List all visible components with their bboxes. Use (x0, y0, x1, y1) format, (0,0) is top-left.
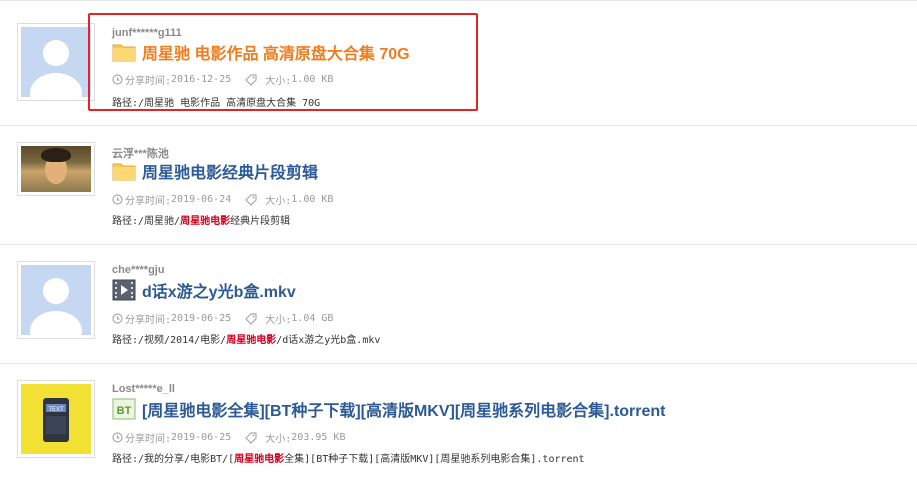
result-title-link[interactable]: d话x游之y光b盒.mkv (142, 278, 296, 302)
default-user-icon (21, 265, 91, 335)
avatar[interactable]: TEXT (17, 380, 95, 458)
result-item: TEXT Lost*****e_ll BT [周星驰电影全集][BT种子下载][… (0, 364, 917, 489)
share-label: 分享时间: (125, 315, 172, 326)
bt-torrent-icon: BT (112, 398, 136, 420)
avatar[interactable] (17, 142, 95, 196)
tag-icon (245, 73, 257, 86)
keyword-highlight: 周星驰电影 (180, 216, 231, 227)
result-item: junf******g111 周星驰 电影作品 高清原盘大合集 70G 分享时间… (0, 1, 917, 126)
tag-icon (245, 312, 257, 325)
share-time: 2019-06-25 (171, 432, 232, 443)
size-label: 大小: (265, 76, 292, 87)
folder-icon (112, 163, 136, 181)
svg-text:BT: BT (117, 405, 132, 417)
result-title-link[interactable]: 周星驰 电影作品 高清原盘大合集 70G (142, 40, 410, 64)
clock-icon (112, 194, 123, 205)
share-time: 2019-06-24 (171, 194, 232, 205)
file-path: 路径:/周星驰/周星驰电影经典片段剪辑 (112, 216, 291, 227)
size-label: 大小: (265, 196, 292, 207)
clock-icon (112, 74, 123, 85)
avatar[interactable] (17, 23, 95, 101)
size-label: 大小: (265, 434, 292, 445)
clock-icon (112, 313, 123, 324)
uploader-name[interactable]: Lost*****e_ll (112, 383, 175, 395)
share-label: 分享时间: (125, 434, 172, 445)
folder-icon (112, 44, 136, 62)
share-label: 分享时间: (125, 196, 172, 207)
default-user-icon (21, 27, 91, 97)
keyword-highlight: 周星驰电影 (226, 335, 277, 346)
file-size: 1.00 KB (291, 194, 334, 205)
share-time: 2016-12-25 (171, 74, 232, 85)
avatar[interactable] (17, 261, 95, 339)
uploader-name[interactable]: che****gju (112, 264, 165, 276)
file-path: 路径:/周星驰 电影作品 高清原盘大合集 70G (112, 98, 321, 109)
keyword-highlight: 周星驰电影 (234, 454, 285, 465)
file-size: 203.95 KB (291, 432, 346, 443)
result-title-link[interactable]: [周星驰电影全集][BT种子下载][高清版MKV][周星驰系列电影合集].tor… (142, 397, 666, 421)
size-label: 大小: (265, 315, 292, 326)
result-item: che****gju d话x游之y光b盒.mkv 分享时间: 2019-06-2… (0, 245, 917, 364)
result-item: 云浮***陈池 周星驰电影经典片段剪辑 分享时间: 2019-06-24 大小:… (0, 126, 917, 245)
tag-icon (245, 431, 257, 444)
share-time: 2019-06-25 (171, 313, 232, 324)
uploader-name[interactable]: junf******g111 (112, 27, 182, 39)
svg-text:TEXT: TEXT (48, 407, 64, 413)
tag-icon (245, 193, 257, 206)
file-size: 1.04 GB (291, 313, 334, 324)
yellow-box-avatar-icon: TEXT (21, 384, 91, 454)
file-size: 1.00 KB (291, 74, 334, 85)
search-results-list: junf******g111 周星驰 电影作品 高清原盘大合集 70G 分享时间… (0, 0, 917, 489)
video-file-icon (112, 279, 136, 301)
user-photo-icon (21, 146, 91, 192)
file-path: 路径:/我的分享/电影BT/[周星驰电影全集][BT种子下载][高清版MKV][… (112, 454, 585, 465)
file-path: 路径:/视频/2014/电影/周星驰电影/d话x游之y光b盒.mkv (112, 335, 381, 346)
clock-icon (112, 432, 123, 443)
result-title-link[interactable]: 周星驰电影经典片段剪辑 (142, 159, 318, 183)
share-label: 分享时间: (125, 76, 172, 87)
